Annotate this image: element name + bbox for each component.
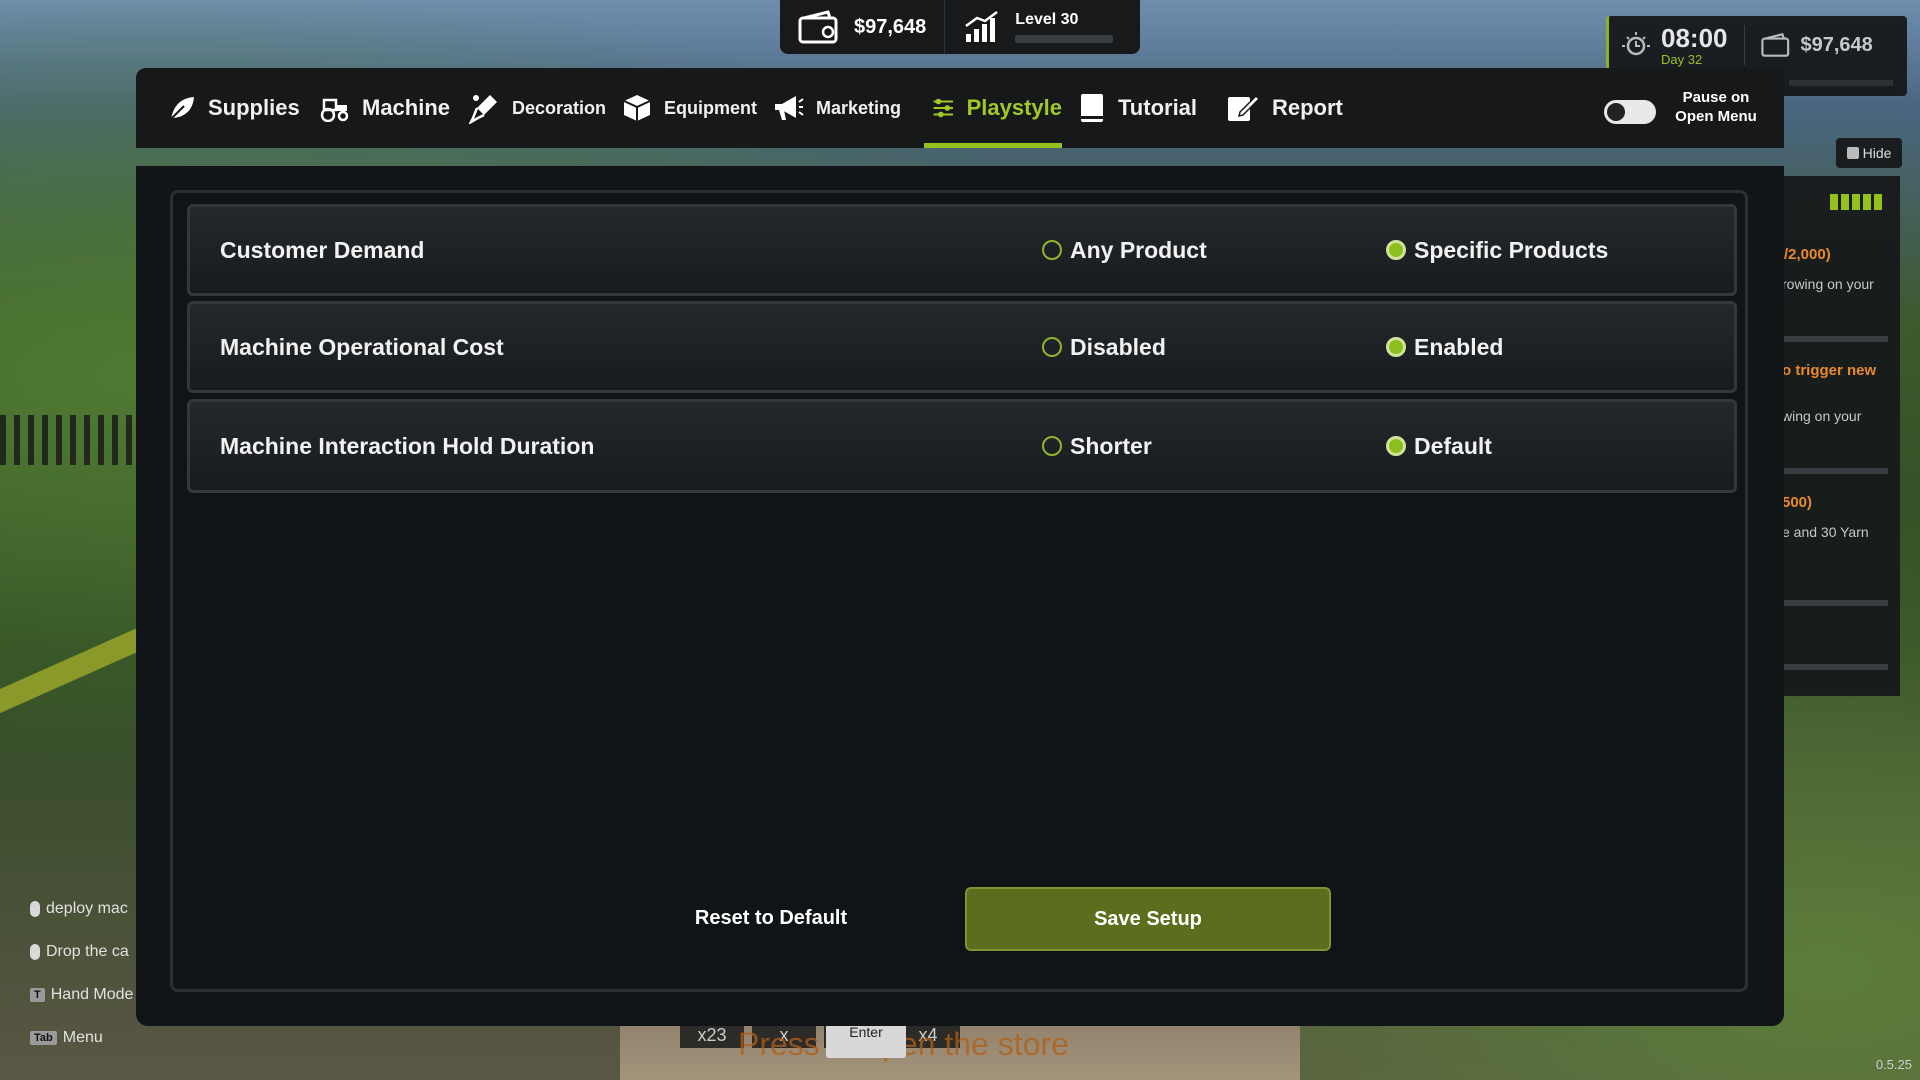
level-progress-bar	[1015, 35, 1114, 43]
hint-text: deploy mac	[46, 900, 128, 917]
option-label: Enabled	[1414, 333, 1504, 360]
radio-icon	[1042, 436, 1062, 456]
quest-bar	[1784, 336, 1888, 342]
report-icon	[1228, 94, 1260, 121]
hint-hand-mode: T Hand Mode	[30, 986, 133, 1004]
tab-label: Playstyle	[966, 95, 1062, 120]
wallet-icon	[798, 10, 838, 44]
clock-progress-bar	[1789, 80, 1893, 86]
leaf-icon	[170, 97, 194, 120]
reset-to-default-button[interactable]: Reset to Default	[651, 887, 891, 949]
tab-playstyle[interactable]: Playstyle	[924, 68, 1062, 148]
quest-line: 500)	[1782, 494, 1813, 511]
store-tabbar: Supplies Machine Decoration Equipment Ma…	[136, 68, 1784, 148]
hint-text: Hand Mode	[50, 986, 134, 1003]
quest-line: wing on your	[1782, 408, 1862, 424]
wallet-icon	[1760, 33, 1789, 57]
option-shorter[interactable]: Shorter	[1042, 402, 1152, 490]
sliders-icon	[933, 98, 953, 118]
hide-button[interactable]: Hide	[1836, 138, 1902, 168]
option-label: Shorter	[1070, 432, 1152, 459]
save-setup-button[interactable]: Save Setup	[965, 887, 1331, 951]
quest-progress-pips	[1830, 194, 1882, 210]
quest-line: rowing on your	[1782, 276, 1874, 292]
tab-tutorial[interactable]: Tutorial	[1078, 68, 1197, 148]
setting-row-hold-duration: Machine Interaction Hold Duration Shorte…	[187, 399, 1737, 493]
settings-container: Customer Demand Any Product Specific Pro…	[170, 190, 1748, 992]
setting-label: Machine Operational Cost	[220, 333, 504, 360]
quest-bar	[1784, 468, 1888, 474]
radio-selected-icon	[1386, 337, 1406, 357]
quest-line: o trigger new	[1782, 362, 1877, 379]
hint-menu: Tab Menu	[30, 1029, 103, 1047]
option-specific-products[interactable]: Specific Products	[1386, 207, 1608, 293]
tab-report[interactable]: Report	[1226, 68, 1343, 148]
option-label: Default	[1414, 432, 1492, 459]
pause-on-menu-toggle[interactable]	[1604, 100, 1656, 124]
clock-time: 08:00	[1661, 22, 1728, 53]
setting-row-customer-demand: Customer Demand Any Product Specific Pro…	[187, 204, 1737, 296]
tab-label: Report	[1272, 95, 1343, 120]
tab-label: Machine	[362, 95, 451, 120]
mouse-icon	[30, 944, 40, 960]
clock-money: $97,648	[1800, 33, 1873, 56]
quest-bar	[1784, 600, 1888, 606]
key-icon: Tab	[30, 1031, 57, 1045]
background-fence	[0, 415, 140, 465]
tab-label: Decoration	[512, 97, 607, 118]
tractor-icon	[320, 98, 349, 122]
key-icon: T	[30, 988, 45, 1002]
hud-money-value: $97,648	[854, 15, 927, 38]
option-label: Specific Products	[1414, 236, 1609, 263]
setting-label: Machine Interaction Hold Duration	[220, 432, 595, 459]
quest-line: e and 30 Yarn	[1782, 524, 1869, 540]
radio-selected-icon	[1386, 436, 1406, 456]
clock-day: Day 32	[1661, 51, 1703, 67]
playstyle-panel: Customer Demand Any Product Specific Pro…	[136, 166, 1784, 1026]
tab-marketing[interactable]: Marketing	[772, 68, 901, 148]
tab-label: Supplies	[208, 95, 300, 120]
tab-label: Tutorial	[1118, 95, 1198, 120]
option-enabled[interactable]: Enabled	[1386, 304, 1503, 390]
hide-key-icon	[1846, 147, 1859, 159]
enter-key-icon: Enter	[826, 1024, 906, 1058]
tab-label: Equipment	[664, 97, 757, 118]
version-label: 0.5.25	[1875, 1057, 1912, 1072]
quest-line: /2,000)	[1784, 246, 1831, 263]
hint-text: Menu	[62, 1029, 103, 1046]
tab-supplies[interactable]: Supplies	[168, 68, 300, 148]
radio-icon	[1042, 240, 1062, 260]
box-icon	[623, 95, 651, 121]
pause-on-menu-label: Pause on Open Menu	[1675, 89, 1757, 125]
radio-icon	[1042, 337, 1062, 357]
mouse-icon	[30, 901, 40, 917]
hud-level-cell: Level 30	[945, 0, 1131, 54]
quest-panel: /2,000) rowing on your o trigger new win…	[1780, 176, 1900, 696]
tab-machine[interactable]: Machine	[318, 68, 450, 148]
option-label: Disabled	[1070, 333, 1166, 360]
hint-text: Drop the ca	[46, 943, 129, 960]
setting-label: Customer Demand	[220, 236, 425, 263]
option-label: Any Product	[1070, 236, 1207, 263]
tab-decoration[interactable]: Decoration	[468, 68, 606, 148]
sun-clock-icon	[1622, 32, 1650, 56]
brush-icon	[468, 95, 497, 124]
option-default[interactable]: Default	[1386, 402, 1492, 490]
level-chart-icon	[965, 11, 999, 42]
option-any-product[interactable]: Any Product	[1042, 207, 1207, 293]
option-disabled[interactable]: Disabled	[1042, 304, 1166, 390]
book-icon	[1081, 94, 1103, 122]
level-label: Level 30	[1015, 11, 1079, 28]
radio-selected-icon	[1386, 240, 1406, 260]
tab-equipment[interactable]: Equipment	[622, 68, 757, 148]
hint-drop: Drop the ca	[30, 943, 129, 961]
hint-deploy: deploy mac	[30, 900, 128, 918]
top-hud: $97,648 Level 30	[780, 0, 1140, 54]
hide-label: Hide	[1862, 145, 1892, 161]
quest-bar	[1784, 664, 1888, 670]
setting-row-machine-operational-cost: Machine Operational Cost Disabled Enable…	[187, 301, 1737, 393]
tab-label: Marketing	[816, 97, 902, 118]
hud-money-cell: $97,648	[780, 0, 946, 54]
megaphone-icon	[775, 96, 804, 120]
